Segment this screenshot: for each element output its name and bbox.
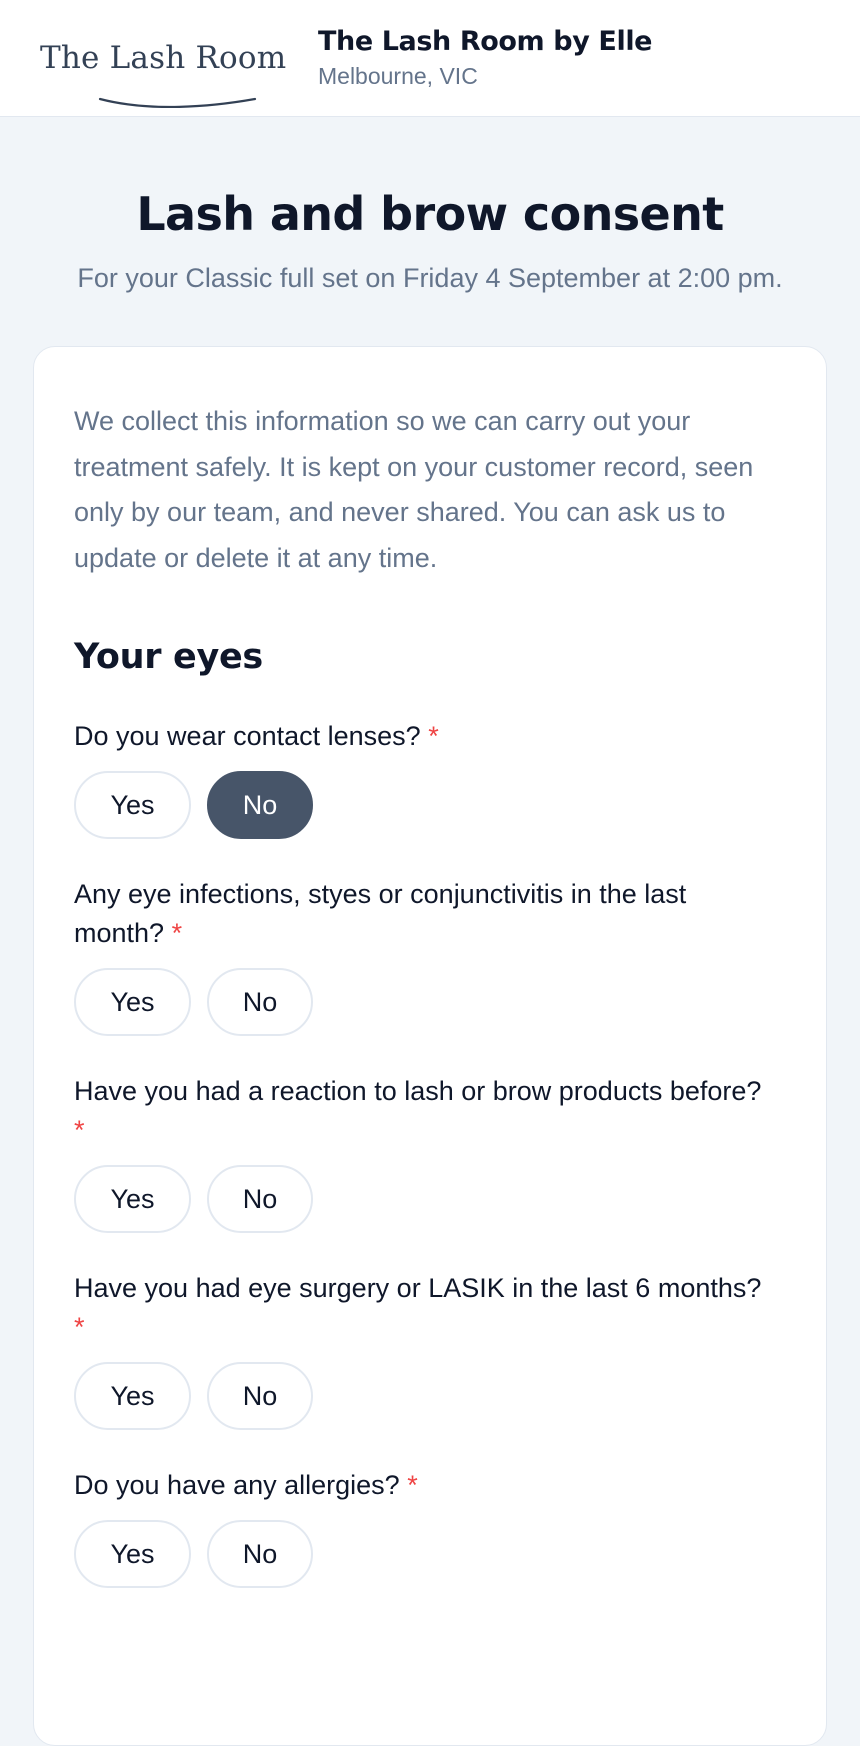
question-eye-surgery: Have you had eye surgery or LASIK in the… <box>74 1269 786 1430</box>
question-allergies: Do you have any allergies? * Yes No <box>74 1466 786 1588</box>
yes-no-group: Yes No <box>74 1165 786 1233</box>
yes-no-group: Yes No <box>74 1362 786 1430</box>
yes-no-group: Yes No <box>74 968 786 1036</box>
business-location: Melbourne, VIC <box>318 63 478 89</box>
question-contact-lenses: Do you wear contact lenses? * Yes No <box>74 717 786 839</box>
question-eye-infections: Any eye infections, styes or conjunctivi… <box>74 875 786 1036</box>
business-name: The Lash Room by Elle <box>318 26 653 57</box>
consent-form-card: We collect this information so we can ca… <box>33 346 827 1746</box>
yes-option[interactable]: Yes <box>74 968 191 1036</box>
question-label: Do you have any allergies? * <box>74 1470 418 1500</box>
no-option[interactable]: No <box>207 1362 313 1430</box>
yes-no-group: Yes No <box>74 771 786 839</box>
no-option[interactable]: No <box>207 968 313 1036</box>
required-marker: * <box>428 721 439 751</box>
question-label: Any eye infections, styes or conjunctivi… <box>74 879 687 948</box>
brand-logo: The Lash Room <box>40 28 286 108</box>
no-option[interactable]: No <box>207 1165 313 1233</box>
yes-no-group: Yes No <box>74 1520 786 1588</box>
yes-option[interactable]: Yes <box>74 1520 191 1588</box>
no-option[interactable]: No <box>207 1520 313 1588</box>
logo-swoosh-icon <box>98 97 257 108</box>
yes-option[interactable]: Yes <box>74 1165 191 1233</box>
site-header: The Lash Room The Lash Room by Elle Melb… <box>0 0 860 117</box>
yes-option[interactable]: Yes <box>74 1362 191 1430</box>
question-label: Have you had eye surgery or LASIK in the… <box>74 1273 762 1342</box>
required-marker: * <box>407 1470 418 1500</box>
appointment-summary: For your Classic full set on Friday 4 Se… <box>77 263 783 293</box>
privacy-notice: We collect this information so we can ca… <box>74 406 754 573</box>
yes-option[interactable]: Yes <box>74 771 191 839</box>
question-product-reaction: Have you had a reaction to lash or brow … <box>74 1072 786 1233</box>
required-marker: * <box>74 1115 85 1145</box>
question-label: Do you wear contact lenses? * <box>74 721 439 751</box>
business-info: The Lash Room by Elle Melbourne, VIC <box>318 26 652 90</box>
page-heading: Lash and brow consent For your Classic f… <box>0 117 860 294</box>
section-title-your-eyes: Your eyes <box>74 637 263 677</box>
required-marker: * <box>74 1312 85 1342</box>
required-marker: * <box>171 918 183 948</box>
page-title: Lash and brow consent <box>136 187 724 241</box>
question-label: Have you had a reaction to lash or brow … <box>74 1076 762 1145</box>
no-option[interactable]: No <box>207 771 313 839</box>
